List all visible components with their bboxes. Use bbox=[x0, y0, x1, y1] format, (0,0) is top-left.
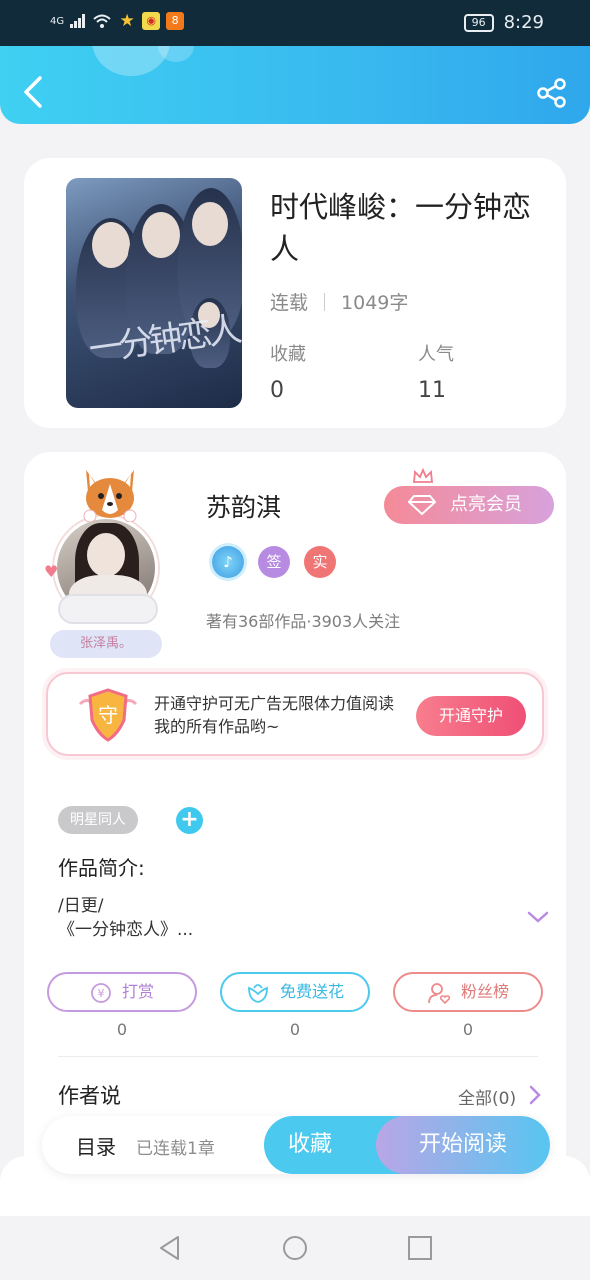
tag-chip[interactable]: 明星同人 bbox=[58, 806, 138, 834]
svg-text:¥: ¥ bbox=[97, 987, 104, 1000]
intro-line: /日更/ bbox=[58, 896, 104, 916]
signed-badge[interactable]: 签 bbox=[258, 546, 290, 578]
book-title: 时代峰峻：一分钟恋人 bbox=[270, 190, 532, 266]
chevron-down-icon[interactable] bbox=[526, 908, 550, 926]
nav-home-icon[interactable] bbox=[281, 1234, 309, 1262]
chapter-count: 已连载1章 bbox=[136, 1139, 215, 1159]
fan-count: 0 bbox=[462, 1020, 474, 1039]
weibo-icon: ◉ bbox=[142, 12, 161, 30]
fan-rank-button[interactable]: 粉丝榜 bbox=[393, 972, 543, 1012]
book-cover[interactable]: 一分钟恋人 bbox=[66, 178, 242, 408]
status-bar: 4G ★ ◉ 8 96 8:29 bbox=[0, 0, 590, 46]
signal-icon bbox=[70, 14, 86, 28]
intro-text: /日更/ 《一分钟恋人》... bbox=[58, 894, 193, 942]
intro-title: 作品简介: bbox=[58, 856, 145, 880]
star-icon: ★ bbox=[119, 11, 135, 31]
book-info-card: 一分钟恋人 时代峰峻：一分钟恋人 连载 1049字 收藏 0 人气 11 bbox=[24, 158, 566, 428]
crown-icon bbox=[413, 468, 433, 483]
divider bbox=[58, 1056, 538, 1057]
start-reading-button[interactable]: 开始阅读 bbox=[376, 1116, 550, 1174]
open-guard-button[interactable]: 开通守护 bbox=[416, 696, 526, 736]
app-notification-icon: 8 bbox=[166, 12, 185, 30]
avatar-name-plate: 张泽禹。 bbox=[50, 630, 162, 658]
header-bar: 4G ★ ◉ 8 96 8:29 bbox=[0, 0, 590, 124]
popularity-stat: 人气 11 bbox=[418, 340, 454, 403]
author-says-all-link[interactable]: 全部(0) bbox=[458, 1084, 516, 1109]
favorites-label: 收藏 bbox=[270, 344, 306, 365]
music-note-icon[interactable]: ♪ bbox=[212, 546, 244, 578]
shield-char: 守 bbox=[98, 703, 118, 727]
heart-icon: ♥ bbox=[44, 562, 59, 581]
bottom-action-bar: 目录 已连载1章 收藏 开始阅读 bbox=[42, 1116, 550, 1174]
popularity-label: 人气 bbox=[418, 344, 454, 365]
system-nav-bar bbox=[0, 1216, 590, 1280]
yuan-coin-icon: ¥ bbox=[91, 982, 111, 1003]
vip-label: 点亮会员 bbox=[450, 494, 522, 515]
nav-back-icon[interactable] bbox=[156, 1234, 184, 1262]
add-tag-button[interactable]: + bbox=[176, 807, 203, 834]
verified-badge[interactable]: 实 bbox=[304, 546, 336, 578]
favorites-value: 0 bbox=[270, 378, 284, 403]
user-heart-icon bbox=[428, 982, 451, 1004]
diamond-icon bbox=[408, 495, 436, 516]
clock: 8:29 bbox=[503, 12, 544, 33]
share-icon[interactable] bbox=[536, 78, 568, 108]
tip-label: 打赏 bbox=[121, 982, 154, 1001]
author-says-title: 作者说 bbox=[58, 1084, 121, 1108]
word-count: 1049字 bbox=[341, 292, 409, 314]
tip-button[interactable]: ¥ 打赏 bbox=[47, 972, 197, 1012]
back-icon[interactable] bbox=[20, 74, 46, 110]
battery-icon: 96 bbox=[463, 13, 494, 32]
flower-count: 0 bbox=[289, 1020, 301, 1039]
author-stats: 著有36部作品·3903人关注 bbox=[206, 612, 401, 631]
author-badges: ♪ 签 实 bbox=[212, 546, 336, 578]
intro-line: 《一分钟恋人》... bbox=[58, 920, 194, 940]
network-label: 4G bbox=[50, 15, 65, 27]
guard-banner: 守 开通守护可无广告无限体力值阅读我的所有作品哟~ 开通守护 bbox=[46, 672, 544, 756]
toc-button[interactable]: 目录 bbox=[76, 1131, 116, 1160]
decor-cloud bbox=[58, 594, 158, 624]
favorites-stat: 收藏 0 bbox=[270, 340, 306, 403]
author-name[interactable]: 苏韵淇 bbox=[206, 488, 281, 524]
book-meta: 连载 1049字 bbox=[270, 288, 408, 315]
guard-text: 开通守护可无广告无限体力值阅读我的所有作品哟~ bbox=[154, 694, 395, 736]
book-status: 连载 bbox=[270, 292, 309, 314]
divider bbox=[324, 292, 326, 311]
shield-icon: 守 bbox=[78, 688, 138, 742]
flower-icon bbox=[248, 983, 268, 1003]
tip-count: 0 bbox=[116, 1020, 128, 1039]
fan-rank-label: 粉丝榜 bbox=[460, 982, 509, 1001]
popularity-value: 11 bbox=[418, 378, 446, 403]
chevron-right-icon[interactable] bbox=[528, 1084, 542, 1106]
corgi-frame-icon bbox=[83, 470, 137, 522]
send-flower-label: 免费送花 bbox=[279, 982, 344, 1001]
nav-recents-icon[interactable] bbox=[406, 1234, 434, 1262]
vip-button[interactable]: 点亮会员 bbox=[384, 468, 554, 524]
send-flower-button[interactable]: 免费送花 bbox=[220, 972, 370, 1012]
wifi-icon bbox=[93, 14, 111, 28]
